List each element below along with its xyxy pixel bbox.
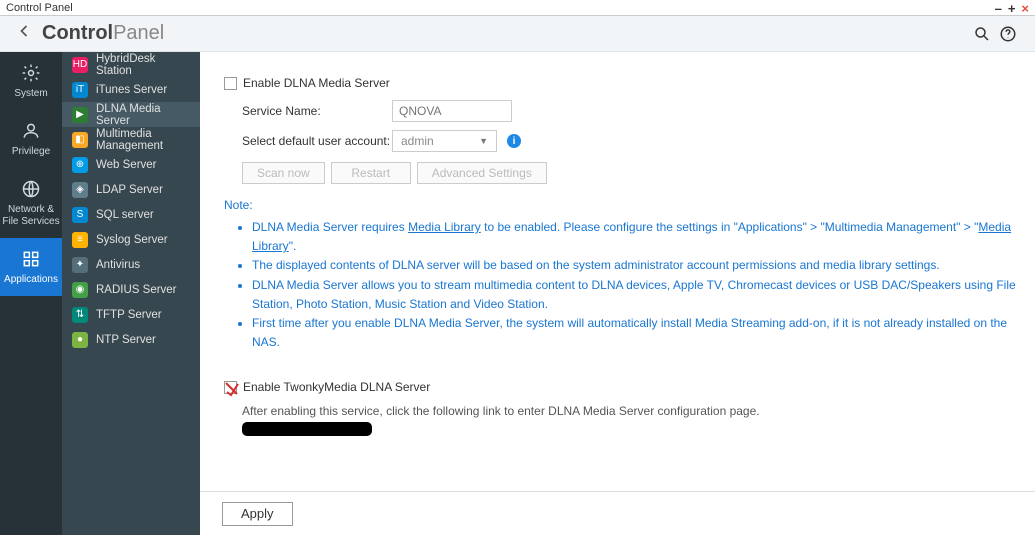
sidebar-icon: ✦ bbox=[72, 257, 88, 273]
redacted-link[interactable] bbox=[242, 422, 372, 436]
sidebar-icon: ● bbox=[72, 332, 88, 348]
window-controls: – + × bbox=[995, 0, 1029, 16]
account-row: Select default user account: admin ▼ i bbox=[242, 130, 1017, 152]
globe-icon bbox=[20, 178, 42, 200]
header-title-light: Panel bbox=[113, 22, 164, 44]
sidebar-label: iTunes Server bbox=[96, 84, 167, 96]
sidebar-icon: ▶ bbox=[72, 107, 88, 123]
sidebar-item-itunes-server[interactable]: iT iTunes Server bbox=[62, 77, 200, 102]
note-item: First time after you enable DLNA Media S… bbox=[252, 314, 1017, 352]
sidebar-label: NTP Server bbox=[96, 334, 156, 346]
advanced-settings-button[interactable]: Advanced Settings bbox=[417, 162, 547, 184]
enable-twonky-checkbox[interactable] bbox=[224, 381, 237, 394]
nav-label: Network & File Services bbox=[2, 204, 59, 228]
info-icon[interactable]: i bbox=[507, 134, 521, 148]
footer: Apply bbox=[200, 491, 1035, 535]
window-title-bar: Control Panel – + × bbox=[0, 0, 1035, 16]
service-name-input[interactable] bbox=[392, 100, 512, 122]
sidebar-label: DLNA Media Server bbox=[96, 103, 190, 127]
window-title: Control Panel bbox=[6, 2, 73, 14]
sidebar-icon: ⊕ bbox=[72, 157, 88, 173]
sidebar-item-ntp-server[interactable]: ● NTP Server bbox=[62, 327, 200, 352]
action-buttons: Scan now Restart Advanced Settings bbox=[242, 162, 1017, 184]
service-name-row: Service Name: bbox=[242, 100, 1017, 122]
sidebar-icon: ≡ bbox=[72, 232, 88, 248]
nav-column: System Privilege Network & File Services… bbox=[0, 52, 62, 535]
chevron-down-icon: ▼ bbox=[479, 136, 488, 146]
scan-now-button[interactable]: Scan now bbox=[242, 162, 325, 184]
sidebar-icon: S bbox=[72, 207, 88, 223]
sidebar-icon: ◧ bbox=[72, 132, 88, 148]
sidebar-item-syslog-server[interactable]: ≡ Syslog Server bbox=[62, 227, 200, 252]
sidebar-icon: iT bbox=[72, 82, 88, 98]
sidebar-label: Web Server bbox=[96, 159, 157, 171]
account-label: Select default user account: bbox=[242, 134, 392, 148]
sidebar-label: Syslog Server bbox=[96, 234, 168, 246]
sidebar-icon: ⇅ bbox=[72, 307, 88, 323]
sidebar-item-radius-server[interactable]: ◉ RADIUS Server bbox=[62, 277, 200, 302]
sidebar-icon: ◉ bbox=[72, 282, 88, 298]
media-library-link[interactable]: Media Library bbox=[408, 220, 481, 234]
enable-dlna-row: Enable DLNA Media Server bbox=[224, 76, 1017, 90]
close-button[interactable]: × bbox=[1021, 1, 1029, 16]
sidebar-label: Multimedia Management bbox=[96, 128, 190, 152]
service-name-label: Service Name: bbox=[242, 104, 392, 118]
nav-label: Applications bbox=[4, 274, 58, 286]
sidebar-label: HybridDesk Station bbox=[96, 53, 190, 77]
header-title-bold: Control bbox=[42, 22, 113, 44]
nav-privilege[interactable]: Privilege bbox=[0, 110, 62, 168]
gear-icon bbox=[20, 62, 42, 84]
sidebar-label: TFTP Server bbox=[96, 309, 162, 321]
note-item: DLNA Media Server allows you to stream m… bbox=[252, 276, 1017, 314]
account-value: admin bbox=[401, 134, 434, 148]
nav-label: Privilege bbox=[12, 146, 50, 158]
back-button[interactable] bbox=[14, 21, 34, 47]
nav-label: System bbox=[14, 88, 47, 100]
nav-applications[interactable]: Applications bbox=[0, 238, 62, 296]
sidebar-item-sql-server[interactable]: S SQL server bbox=[62, 202, 200, 227]
note-heading: Note: bbox=[224, 198, 1017, 212]
enable-dlna-label: Enable DLNA Media Server bbox=[243, 76, 390, 90]
maximize-button[interactable]: + bbox=[1008, 1, 1016, 16]
user-icon bbox=[20, 120, 42, 142]
sidebar-label: LDAP Server bbox=[96, 184, 163, 196]
enable-twonky-row: Enable TwonkyMedia DLNA Server bbox=[224, 380, 1017, 394]
twonky-hint: After enabling this service, click the f… bbox=[242, 404, 1017, 418]
sidebar-label: SQL server bbox=[96, 209, 154, 221]
sidebar-label: RADIUS Server bbox=[96, 284, 177, 296]
sidebar-item-web-server[interactable]: ⊕ Web Server bbox=[62, 152, 200, 177]
sidebar-icon: ◈ bbox=[72, 182, 88, 198]
help-icon[interactable] bbox=[995, 21, 1021, 47]
account-select[interactable]: admin ▼ bbox=[392, 130, 497, 152]
sidebar-item-antivirus[interactable]: ✦ Antivirus bbox=[62, 252, 200, 277]
header-title: ControlPanel bbox=[42, 22, 164, 45]
note-item: The displayed contents of DLNA server wi… bbox=[252, 256, 1017, 275]
sidebar-label: Antivirus bbox=[96, 259, 140, 271]
content-area: Enable DLNA Media Server Service Name: S… bbox=[200, 52, 1035, 535]
search-icon[interactable] bbox=[969, 21, 995, 47]
restart-button[interactable]: Restart bbox=[331, 162, 411, 184]
sidebar-item-multimedia-management[interactable]: ◧ Multimedia Management bbox=[62, 127, 200, 152]
minimize-button[interactable]: – bbox=[995, 1, 1002, 16]
nav-system[interactable]: System bbox=[0, 52, 62, 110]
enable-twonky-label: Enable TwonkyMedia DLNA Server bbox=[243, 380, 430, 394]
sidebar-item-hybriddesk-station[interactable]: HD HybridDesk Station bbox=[62, 52, 200, 77]
sidebar-icon: HD bbox=[72, 57, 88, 73]
header: ControlPanel bbox=[0, 16, 1035, 52]
sidebar-item-ldap-server[interactable]: ◈ LDAP Server bbox=[62, 177, 200, 202]
sidebar-item-tftp-server[interactable]: ⇅ TFTP Server bbox=[62, 302, 200, 327]
sidebar-item-dlna-media-server[interactable]: ▶ DLNA Media Server bbox=[62, 102, 200, 127]
apply-button[interactable]: Apply bbox=[222, 502, 293, 526]
apps-icon bbox=[20, 248, 42, 270]
nav-network[interactable]: Network & File Services bbox=[0, 168, 62, 238]
enable-dlna-checkbox[interactable] bbox=[224, 77, 237, 90]
note-item: DLNA Media Server requires Media Library… bbox=[252, 218, 1017, 256]
note-list: DLNA Media Server requires Media Library… bbox=[224, 218, 1017, 352]
sub-sidebar: HD HybridDesk Station iT iTunes Server ▶ DLNA… bbox=[62, 52, 200, 535]
